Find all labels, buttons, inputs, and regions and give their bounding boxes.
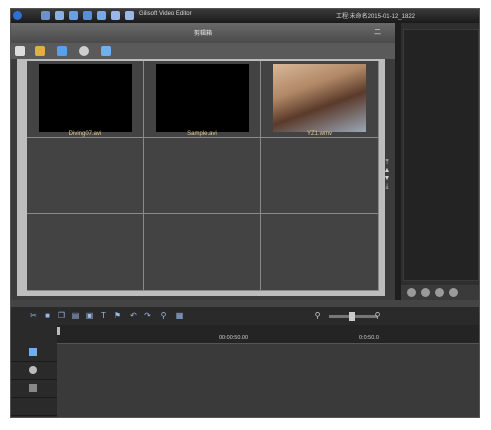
new-project-icon[interactable] (41, 11, 50, 20)
project-info: 工程:未命名2015-01-12_1822 (335, 14, 415, 20)
settings-icon[interactable] (101, 46, 111, 56)
empty-cell (144, 138, 261, 214)
panel-toggle-button[interactable]: 二 (374, 27, 381, 37)
text-icon[interactable]: T (99, 311, 108, 320)
export-icon[interactable]: ▦ (175, 311, 184, 320)
extra-track[interactable] (57, 398, 479, 417)
music-track-icon (29, 384, 37, 392)
clip-cell[interactable]: Sample.avi (144, 61, 261, 138)
app-window: Gilisoft Video Editor 工程:未命名2015-01-12_1… (10, 8, 480, 418)
splitter[interactable] (11, 300, 479, 307)
tick-time: 0:0:50.0 (359, 335, 379, 341)
scroll-bottom-icon[interactable]: ⤓ (383, 183, 391, 191)
flag-icon[interactable]: ⚑ (113, 311, 122, 320)
effect-icon[interactable]: ▣ (85, 311, 94, 320)
marker-icon[interactable]: ⚲ (159, 311, 168, 320)
scroll-up-icon[interactable]: ▲ (383, 167, 391, 175)
redo-icon[interactable]: ↷ (143, 311, 152, 320)
zoom-knob[interactable] (349, 312, 355, 321)
clip-filename: YZ1.wmv (306, 131, 332, 137)
clip-thumbnail[interactable] (156, 64, 249, 132)
clip-grid: Diving07.avi Sample.avi YZ1.wmv (27, 61, 379, 291)
undo-icon[interactable]: ↶ (129, 311, 138, 320)
play-icon[interactable] (421, 288, 430, 297)
playback-controls (401, 285, 479, 300)
zoom-in-icon[interactable]: ⚲ (373, 311, 382, 320)
prev-icon[interactable] (407, 288, 416, 297)
record-icon[interactable] (79, 46, 89, 56)
open-project-icon[interactable] (55, 11, 64, 20)
video-track[interactable] (57, 344, 479, 362)
clip-cell[interactable]: Diving07.avi (27, 61, 144, 138)
empty-cell (27, 214, 144, 291)
copy-icon[interactable]: ❐ (57, 311, 66, 320)
timeline-ruler[interactable]: 00:00:50.00 0:0:50.0 (57, 325, 479, 344)
clip-filename: Diving07.avi (68, 131, 102, 137)
preview-panel (401, 23, 479, 300)
library-frame: Diving07.avi Sample.avi YZ1.wmv ⤒ ▲ ▼ ⤓ (17, 59, 390, 296)
undo-icon[interactable] (111, 11, 120, 20)
empty-cell (261, 214, 379, 291)
clip-thumbnail[interactable] (39, 64, 132, 132)
scroll-down-icon[interactable]: ▼ (383, 175, 391, 183)
preview-screen (403, 29, 479, 281)
folder-icon[interactable] (35, 46, 45, 56)
zoom-slider[interactable] (329, 312, 377, 321)
audio-track[interactable] (57, 362, 479, 380)
list-view-icon[interactable] (15, 46, 25, 56)
library-toolbar (11, 43, 395, 59)
save-project-icon[interactable] (69, 11, 78, 20)
library-header: 剪辑箱 二 (11, 23, 395, 43)
app-title: Gilisoft Video Editor (139, 11, 192, 17)
audio-track-icon (29, 366, 37, 374)
clip-thumbnail[interactable] (273, 64, 366, 132)
windows-logo-icon[interactable] (13, 11, 22, 20)
video-track-icon (29, 348, 37, 356)
timeline-toolbar: ✂ ■ ❐ ▤ ▣ T ⚑ ↶ ↷ ⚲ ▦ ⚲ ⚲ (11, 307, 479, 325)
scroll-arrows: ⤒ ▲ ▼ ⤓ (383, 159, 391, 191)
marker-time: 00:00:50.00 (219, 335, 249, 341)
playhead-marker[interactable] (57, 327, 60, 335)
next-icon[interactable] (449, 288, 458, 297)
import-icon[interactable] (83, 11, 92, 20)
stop-icon[interactable] (435, 288, 444, 297)
clip-library-panel: 剪辑箱 二 Diving07.avi Sample.avi YZ1.wmv ⤒ … (11, 23, 395, 300)
info-icon[interactable] (97, 11, 106, 20)
library-title: 剪辑箱 (193, 31, 212, 37)
empty-cell (261, 138, 379, 214)
zoom-out-icon[interactable]: ⚲ (313, 311, 322, 320)
redo-icon[interactable] (125, 11, 134, 20)
scroll-top-icon[interactable]: ⤒ (383, 159, 391, 167)
music-track[interactable] (57, 380, 479, 398)
cut-icon[interactable]: ✂ (29, 311, 38, 320)
clip-cell[interactable]: YZ1.wmv (261, 61, 379, 138)
paste-icon[interactable]: ▤ (71, 311, 80, 320)
select-all-icon[interactable] (57, 46, 67, 56)
title-bar: Gilisoft Video Editor 工程:未命名2015-01-12_1… (11, 9, 479, 23)
delete-icon[interactable]: ■ (43, 311, 52, 320)
empty-cell (27, 138, 144, 214)
empty-cell (144, 214, 261, 291)
clip-filename: Sample.avi (187, 131, 217, 137)
